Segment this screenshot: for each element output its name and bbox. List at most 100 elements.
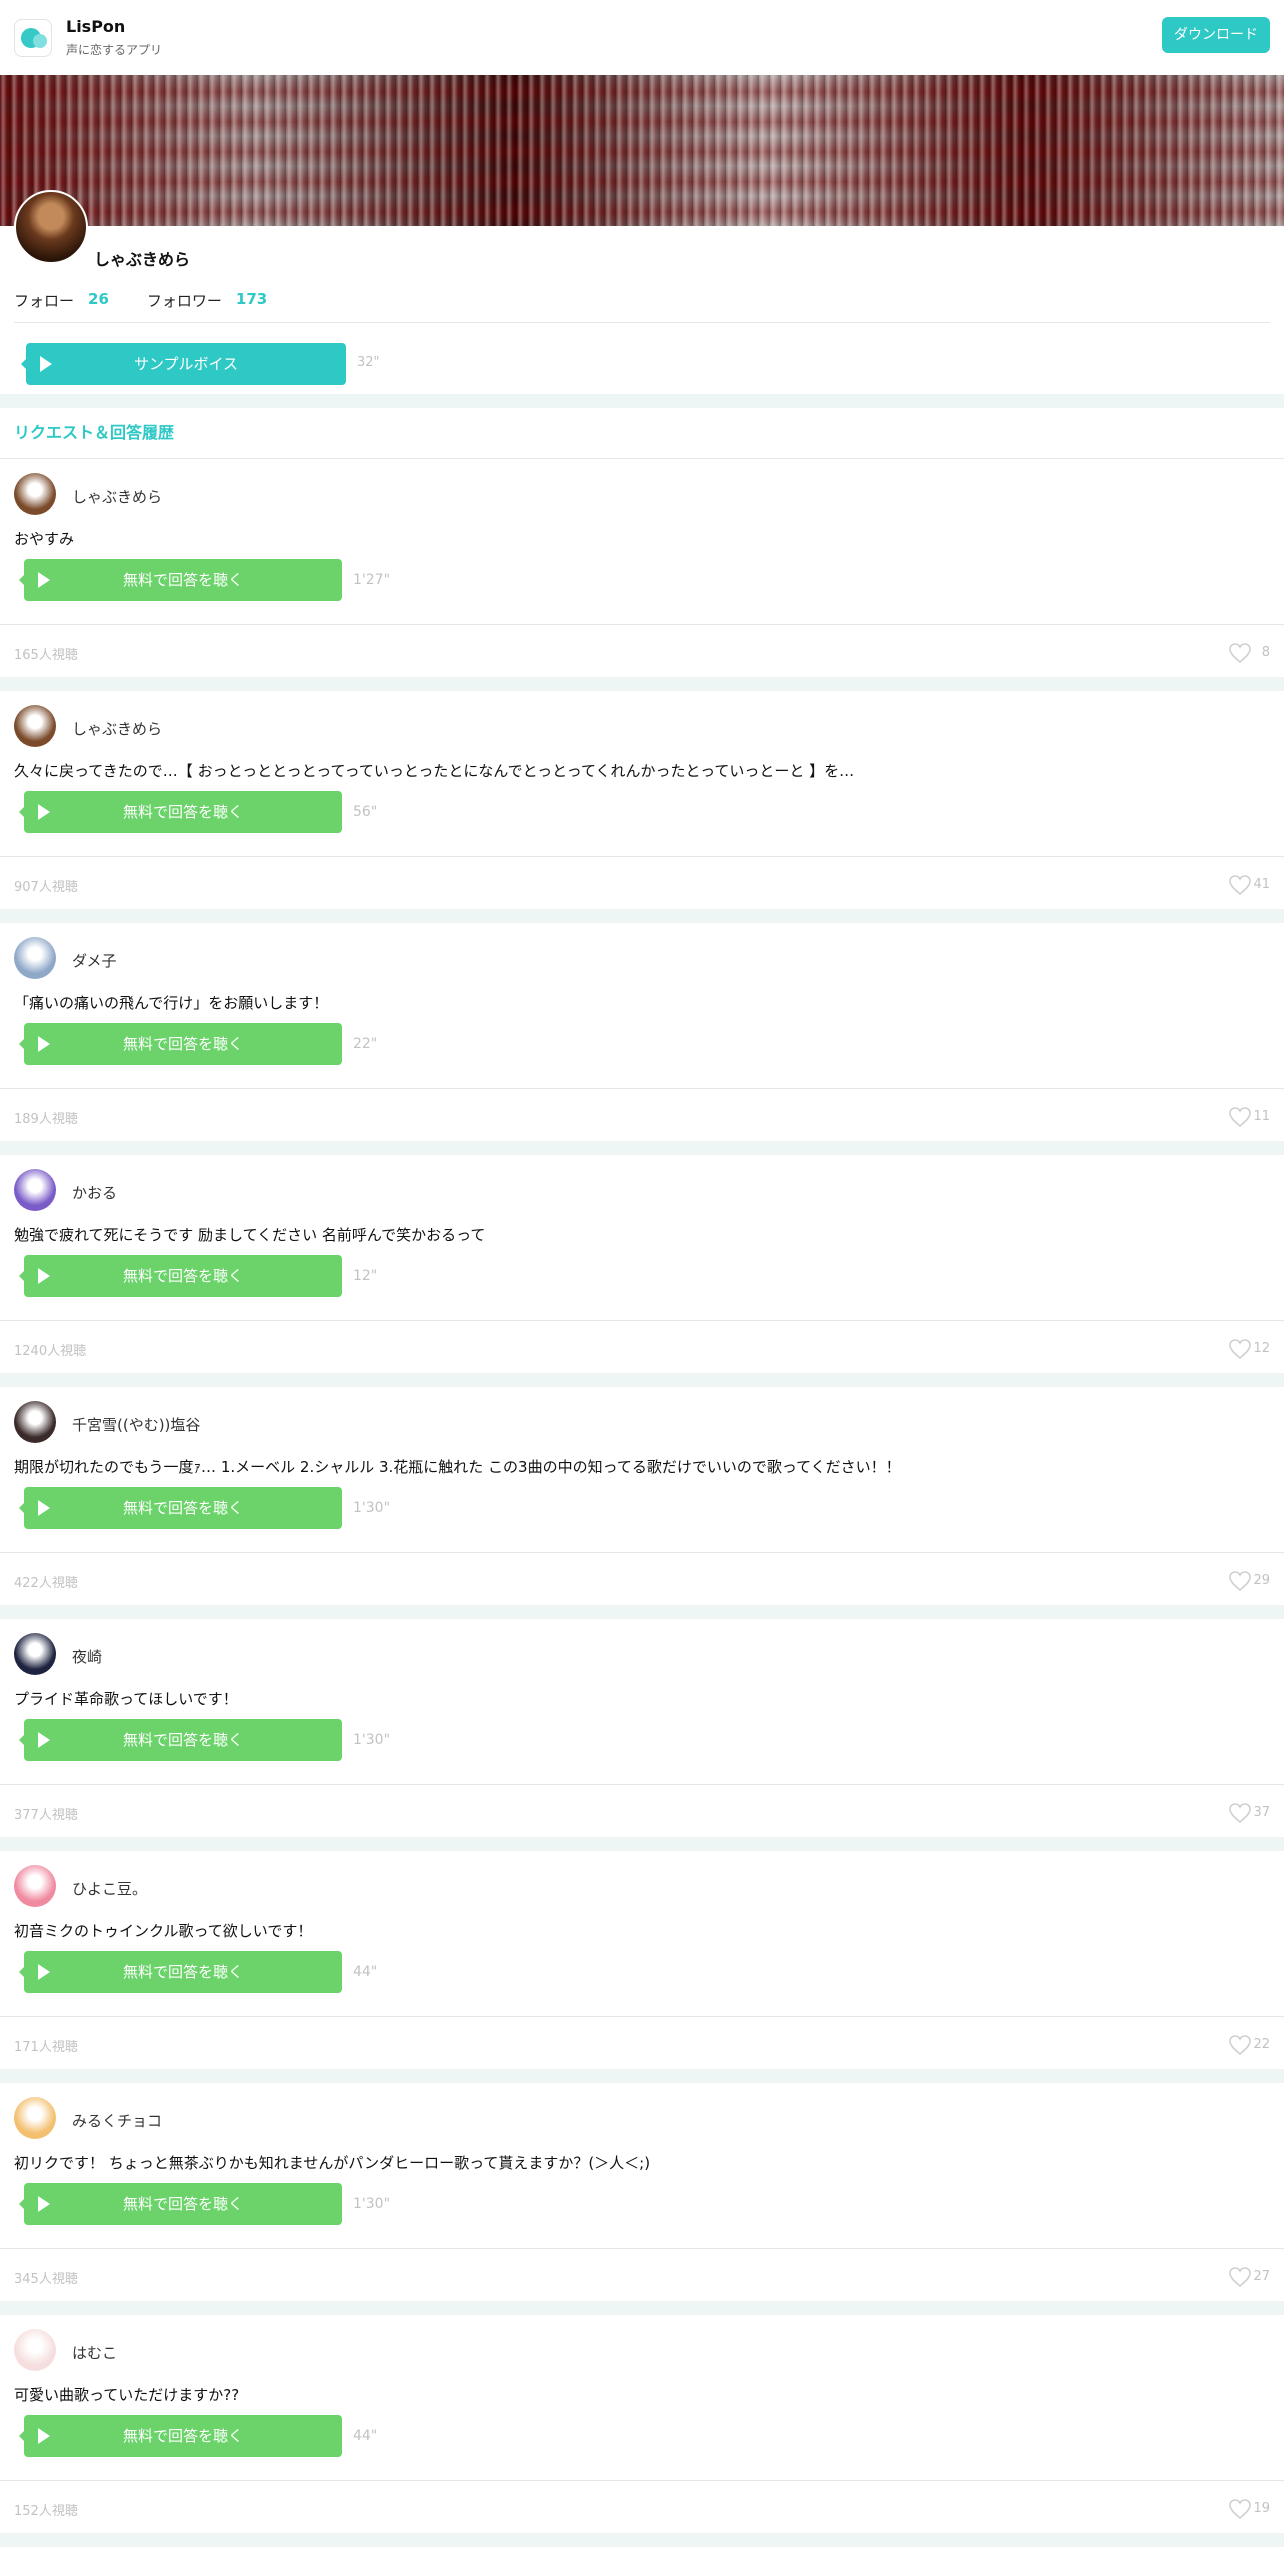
request-text: 「痛いの痛いの飛んで行け」をお願いします！ [14,994,329,1012]
view-count: 377人視聴 [14,1808,78,1823]
listen-answer-button[interactable]: 無料で回答を聴く [19,2183,342,2225]
request-card: ひよこ豆。初音ミクのトゥインクル歌って欲しいです！ 無料で回答を聴く 44" 171人… [0,1851,1284,2069]
request-list: しゃぶきめら おやすみ 無料で回答を聴く 1'27" 165人視聴 8 しゃぶきめら 久々に戻… [0,459,1284,2547]
answer-duration: 1'30" [353,1500,391,1516]
card-divider [0,1552,1284,1553]
sample-voice-label: サンプルボイス [133,355,239,373]
download-button[interactable]: ダウンロード [1162,17,1270,53]
answer-duration: 56" [353,804,378,820]
card-divider [0,2016,1284,2017]
request-user-name[interactable]: みるくチョコ [72,2110,162,2131]
heart-icon[interactable] [1228,2034,1252,2056]
listen-answer-button[interactable]: 無料で回答を聴く [19,1487,342,1529]
request-text: 勉強で疲れて死にそうです 励ましてください 名前呼んで笑かおるって [14,1226,486,1244]
sample-duration: 32" [357,355,380,370]
listen-answer-button[interactable]: 無料で回答を聴く [19,1719,342,1761]
card-divider [0,1320,1284,1321]
user-avatar[interactable] [14,1169,56,1211]
app-header: LisPon 声に恋するアプリ ダウンロード [0,0,1284,75]
heart-icon[interactable] [1228,1106,1252,1128]
request-user-name[interactable]: ひよこ豆。 [72,1878,147,1899]
listen-answer-label: 無料で回答を聴く [122,1731,243,1749]
listen-answer-button[interactable]: 無料で回答を聴く [19,559,342,601]
card-gap [0,2301,1284,2315]
request-user-name[interactable]: しゃぶきめら [72,486,162,507]
user-avatar[interactable] [14,2097,56,2139]
follow-count[interactable]: 26 [88,290,109,311]
card-gap [0,2533,1284,2547]
request-card: 夜崎 プライド革命歌ってほしいです！ 無料で回答を聴く 1'30" 377人視聴 37 [0,1619,1284,1837]
profile-name: しゃぶきめら [94,250,191,269]
like-count: 41 [1253,877,1270,892]
app-tagline: 声に恋するアプリ [66,43,163,57]
request-user-name[interactable]: 夜崎 [72,1646,102,1667]
listen-answer-button[interactable]: 無料で回答を聴く [19,1023,342,1065]
heart-icon[interactable] [1228,874,1252,896]
request-card: しゃぶきめら久々に戻ってきたので…【 おっとっととっとってっていっとったとになん… [0,691,1284,909]
sample-voice-button[interactable]: サンプルボイス [21,343,346,385]
request-user-name[interactable]: しゃぶきめら [72,718,162,739]
app-name: LisPon [66,17,126,36]
card-gap [0,1837,1284,1851]
user-avatar[interactable] [14,1865,56,1907]
card-divider [0,1784,1284,1785]
app-info: LisPon 声に恋するアプリ [66,17,162,58]
request-user-name[interactable]: かおる [72,1182,117,1203]
listen-answer-label: 無料で回答を聴く [122,1267,243,1285]
view-count: 152人視聴 [14,2504,78,2519]
listen-answer-label: 無料で回答を聴く [122,1499,243,1517]
user-avatar[interactable] [14,1633,56,1675]
card-divider [0,624,1284,625]
view-count: 1240人視聴 [14,1344,87,1359]
listen-answer-label: 無料で回答を聴く [122,1963,243,1981]
heart-icon[interactable] [1228,1570,1252,1592]
request-user-name[interactable]: ダメ子 [72,950,117,971]
answer-duration: 44" [353,1964,378,1980]
heart-icon[interactable] [1228,2498,1252,2520]
view-count: 171人視聴 [14,2040,78,2055]
request-text: プライド革命歌ってほしいです！ [14,1690,238,1708]
listen-answer-label: 無料で回答を聴く [122,803,243,821]
like-count: 22 [1253,2037,1270,2052]
follower-label[interactable]: フォロワー [147,290,222,311]
request-user-name[interactable]: 千宮雪((やむ))塩谷 [72,1414,200,1435]
listen-answer-button[interactable]: 無料で回答を聴く [19,1255,342,1297]
listen-answer-label: 無料で回答を聴く [122,2427,243,2445]
heart-icon[interactable] [1228,1802,1252,1824]
answer-duration: 1'30" [353,2196,391,2212]
heart-icon[interactable] [1228,1338,1252,1360]
card-divider [0,2248,1284,2249]
like-count: 19 [1253,2501,1270,2516]
user-avatar[interactable] [14,1401,56,1443]
heart-icon[interactable] [1228,2266,1252,2288]
user-avatar[interactable] [14,937,56,979]
view-count: 165人視聴 [14,648,78,663]
card-divider [0,2480,1284,2481]
request-text: 初音ミクのトゥインクル歌って欲しいです！ [14,1922,313,1940]
request-text: 久々に戻ってきたので…【 おっとっととっとってっていっとったとになんでとっとって… [14,762,855,780]
request-card: みるくチョコ 初リクです！ ちょっと無茶ぶりかも知れませんがパンダヒーロー歌って貰… [0,2083,1284,2301]
listen-answer-button[interactable]: 無料で回答を聴く [19,2415,342,2457]
follow-label[interactable]: フォロー [14,290,74,311]
request-text: おやすみ [14,530,75,548]
answer-duration: 1'30" [353,1732,391,1748]
request-card: はむこ 可愛い曲歌っていただけますか?? 無料で回答を聴く 44" 152人視聴 19 [0,2315,1284,2533]
profile-avatar[interactable] [14,190,88,264]
user-avatar[interactable] [14,705,56,747]
user-avatar[interactable] [14,2329,56,2371]
section-title: リクエスト＆回答履歴 [0,408,1284,459]
request-user-name[interactable]: はむこ [72,2342,117,2363]
cover-image [0,75,1284,226]
request-text: 期限が切れたのでもう一度ｧ… 1.メーベル 2.シャルル 3.花瓶に触れた この… [14,1458,901,1476]
like-count: 11 [1253,1109,1270,1124]
answer-duration: 12" [353,1268,378,1284]
user-avatar[interactable] [14,473,56,515]
answer-duration: 1'27" [353,572,391,588]
listen-answer-button[interactable]: 無料で回答を聴く [19,1951,342,1993]
follower-count[interactable]: 173 [236,290,267,311]
heart-icon[interactable] [1228,642,1252,664]
card-gap [0,909,1284,923]
answer-duration: 44" [353,2428,378,2444]
card-gap [0,1141,1284,1155]
listen-answer-button[interactable]: 無料で回答を聴く [19,791,342,833]
